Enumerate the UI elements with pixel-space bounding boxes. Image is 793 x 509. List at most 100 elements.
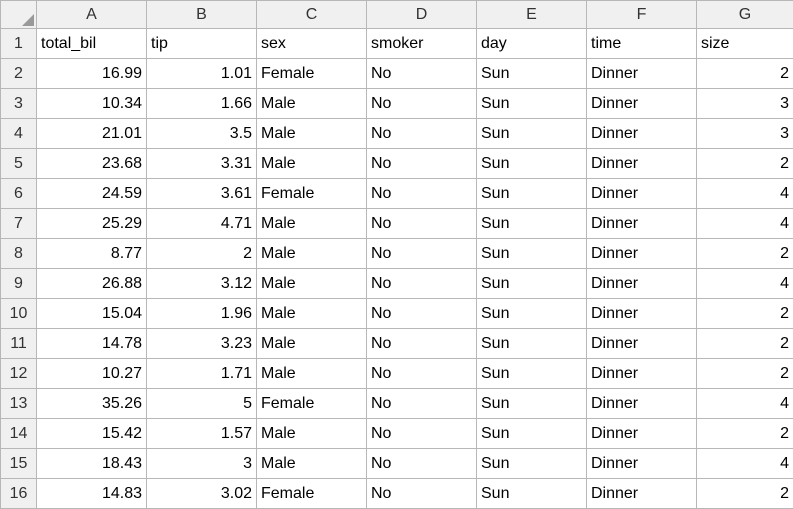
row-header-2[interactable]: 2 xyxy=(1,59,37,89)
cell-C-6[interactable]: Female xyxy=(257,179,367,209)
cell-G-13[interactable]: 4 xyxy=(697,389,793,419)
cell-C-16[interactable]: Female xyxy=(257,479,367,509)
header-cell-D[interactable]: smoker xyxy=(367,29,477,59)
cell-G-8[interactable]: 2 xyxy=(697,239,793,269)
cell-D-13[interactable]: No xyxy=(367,389,477,419)
cell-B-5[interactable]: 3.31 xyxy=(147,149,257,179)
cell-F-16[interactable]: Dinner xyxy=(587,479,697,509)
row-header-11[interactable]: 11 xyxy=(1,329,37,359)
row-header-10[interactable]: 10 xyxy=(1,299,37,329)
cell-B-11[interactable]: 3.23 xyxy=(147,329,257,359)
row-header-12[interactable]: 12 xyxy=(1,359,37,389)
cell-C-13[interactable]: Female xyxy=(257,389,367,419)
row-header-7[interactable]: 7 xyxy=(1,209,37,239)
row-header-13[interactable]: 13 xyxy=(1,389,37,419)
row-header-5[interactable]: 5 xyxy=(1,149,37,179)
row-header-14[interactable]: 14 xyxy=(1,419,37,449)
cell-D-4[interactable]: No xyxy=(367,119,477,149)
cell-E-14[interactable]: Sun xyxy=(477,419,587,449)
cell-B-14[interactable]: 1.57 xyxy=(147,419,257,449)
cell-E-11[interactable]: Sun xyxy=(477,329,587,359)
cell-D-12[interactable]: No xyxy=(367,359,477,389)
cell-A-4[interactable]: 21.01 xyxy=(37,119,147,149)
row-header-9[interactable]: 9 xyxy=(1,269,37,299)
cell-D-14[interactable]: No xyxy=(367,419,477,449)
cell-F-3[interactable]: Dinner xyxy=(587,89,697,119)
cell-C-14[interactable]: Male xyxy=(257,419,367,449)
column-header-F[interactable]: F xyxy=(587,1,697,29)
cell-E-9[interactable]: Sun xyxy=(477,269,587,299)
cell-F-5[interactable]: Dinner xyxy=(587,149,697,179)
cell-C-9[interactable]: Male xyxy=(257,269,367,299)
cell-E-7[interactable]: Sun xyxy=(477,209,587,239)
cell-D-16[interactable]: No xyxy=(367,479,477,509)
cell-F-13[interactable]: Dinner xyxy=(587,389,697,419)
header-cell-F[interactable]: time xyxy=(587,29,697,59)
cell-A-12[interactable]: 10.27 xyxy=(37,359,147,389)
row-header-3[interactable]: 3 xyxy=(1,89,37,119)
cell-A-14[interactable]: 15.42 xyxy=(37,419,147,449)
cell-C-10[interactable]: Male xyxy=(257,299,367,329)
cell-D-5[interactable]: No xyxy=(367,149,477,179)
cell-C-7[interactable]: Male xyxy=(257,209,367,239)
cell-E-2[interactable]: Sun xyxy=(477,59,587,89)
row-header-8[interactable]: 8 xyxy=(1,239,37,269)
cell-A-15[interactable]: 18.43 xyxy=(37,449,147,479)
cell-B-10[interactable]: 1.96 xyxy=(147,299,257,329)
cell-F-15[interactable]: Dinner xyxy=(587,449,697,479)
cell-B-13[interactable]: 5 xyxy=(147,389,257,419)
cell-C-2[interactable]: Female xyxy=(257,59,367,89)
cell-E-8[interactable]: Sun xyxy=(477,239,587,269)
column-header-A[interactable]: A xyxy=(37,1,147,29)
cell-A-8[interactable]: 8.77 xyxy=(37,239,147,269)
cell-A-16[interactable]: 14.83 xyxy=(37,479,147,509)
select-all-corner[interactable] xyxy=(1,1,37,29)
header-cell-G[interactable]: size xyxy=(697,29,793,59)
header-cell-E[interactable]: day xyxy=(477,29,587,59)
cell-E-10[interactable]: Sun xyxy=(477,299,587,329)
row-header-16[interactable]: 16 xyxy=(1,479,37,509)
cell-F-4[interactable]: Dinner xyxy=(587,119,697,149)
cell-C-12[interactable]: Male xyxy=(257,359,367,389)
cell-G-10[interactable]: 2 xyxy=(697,299,793,329)
cell-E-5[interactable]: Sun xyxy=(477,149,587,179)
cell-F-2[interactable]: Dinner xyxy=(587,59,697,89)
cell-E-13[interactable]: Sun xyxy=(477,389,587,419)
cell-G-3[interactable]: 3 xyxy=(697,89,793,119)
cell-A-10[interactable]: 15.04 xyxy=(37,299,147,329)
column-header-B[interactable]: B xyxy=(147,1,257,29)
cell-C-5[interactable]: Male xyxy=(257,149,367,179)
cell-D-11[interactable]: No xyxy=(367,329,477,359)
cell-D-10[interactable]: No xyxy=(367,299,477,329)
cell-A-3[interactable]: 10.34 xyxy=(37,89,147,119)
cell-C-11[interactable]: Male xyxy=(257,329,367,359)
cell-B-7[interactable]: 4.71 xyxy=(147,209,257,239)
cell-D-6[interactable]: No xyxy=(367,179,477,209)
spreadsheet-grid[interactable]: ABCDEFG1total_biltipsexsmokerdaytimesize… xyxy=(0,0,793,509)
row-header-6[interactable]: 6 xyxy=(1,179,37,209)
cell-D-7[interactable]: No xyxy=(367,209,477,239)
cell-F-8[interactable]: Dinner xyxy=(587,239,697,269)
cell-F-14[interactable]: Dinner xyxy=(587,419,697,449)
cell-B-6[interactable]: 3.61 xyxy=(147,179,257,209)
cell-B-9[interactable]: 3.12 xyxy=(147,269,257,299)
row-header-4[interactable]: 4 xyxy=(1,119,37,149)
cell-A-5[interactable]: 23.68 xyxy=(37,149,147,179)
cell-E-15[interactable]: Sun xyxy=(477,449,587,479)
cell-A-11[interactable]: 14.78 xyxy=(37,329,147,359)
cell-B-12[interactable]: 1.71 xyxy=(147,359,257,389)
cell-G-15[interactable]: 4 xyxy=(697,449,793,479)
cell-G-2[interactable]: 2 xyxy=(697,59,793,89)
header-cell-B[interactable]: tip xyxy=(147,29,257,59)
cell-F-11[interactable]: Dinner xyxy=(587,329,697,359)
cell-A-7[interactable]: 25.29 xyxy=(37,209,147,239)
cell-G-16[interactable]: 2 xyxy=(697,479,793,509)
cell-E-6[interactable]: Sun xyxy=(477,179,587,209)
cell-A-2[interactable]: 16.99 xyxy=(37,59,147,89)
header-cell-C[interactable]: sex xyxy=(257,29,367,59)
cell-D-2[interactable]: No xyxy=(367,59,477,89)
cell-F-7[interactable]: Dinner xyxy=(587,209,697,239)
cell-E-3[interactable]: Sun xyxy=(477,89,587,119)
cell-G-4[interactable]: 3 xyxy=(697,119,793,149)
cell-F-12[interactable]: Dinner xyxy=(587,359,697,389)
